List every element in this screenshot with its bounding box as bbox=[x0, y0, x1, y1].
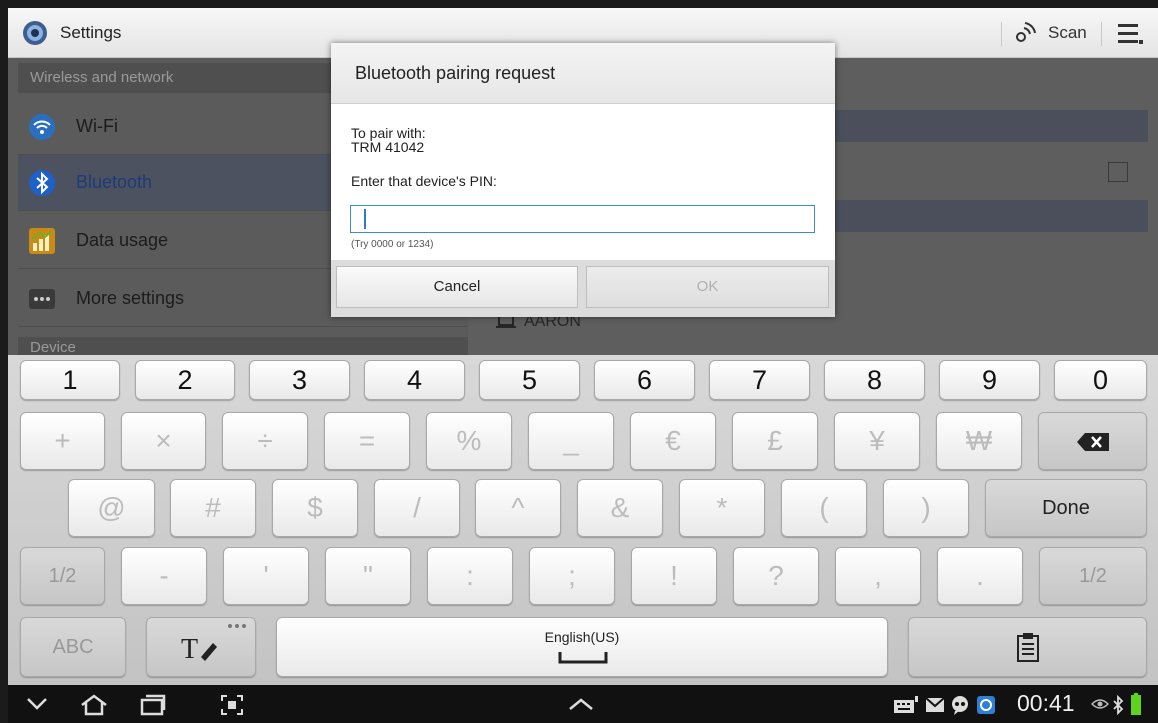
keyboard-notification-icon bbox=[894, 696, 918, 713]
key-ampersand[interactable]: & bbox=[577, 479, 663, 537]
pin-prompt: Enter that device's PIN: bbox=[351, 173, 497, 189]
smart-stay-eye-icon bbox=[1091, 699, 1109, 709]
page-toggle-right-key[interactable]: 1/2 bbox=[1039, 547, 1147, 605]
key-double-quote[interactable]: " bbox=[325, 547, 411, 605]
key-period[interactable]: . bbox=[937, 547, 1023, 605]
key-yen[interactable]: ¥ bbox=[834, 412, 920, 470]
home-icon[interactable] bbox=[79, 694, 109, 716]
recent-apps-icon[interactable] bbox=[140, 694, 166, 716]
wifi-icon bbox=[29, 114, 55, 140]
key-hash[interactable]: # bbox=[170, 479, 256, 537]
pin-hint: (Try 0000 or 1234) bbox=[351, 239, 434, 250]
space-key[interactable]: English(US) bbox=[276, 617, 888, 677]
key-euro[interactable]: € bbox=[630, 412, 716, 470]
svg-text:T: T bbox=[181, 634, 198, 663]
key-slash[interactable]: / bbox=[374, 479, 460, 537]
visibility-checkbox[interactable] bbox=[1108, 162, 1128, 182]
cancel-button[interactable]: Cancel bbox=[336, 266, 578, 308]
key-multiply[interactable]: × bbox=[121, 412, 206, 470]
data-usage-icon bbox=[29, 228, 55, 254]
key-caret[interactable]: ^ bbox=[475, 479, 561, 537]
done-key[interactable]: Done bbox=[985, 479, 1147, 537]
key-5[interactable]: 5 bbox=[479, 360, 580, 400]
email-icon bbox=[925, 697, 945, 712]
key-colon[interactable]: : bbox=[427, 547, 513, 605]
more-options-icon bbox=[228, 624, 246, 628]
hide-keyboard-icon[interactable] bbox=[26, 697, 48, 711]
on-screen-keyboard: 1 2 3 4 5 6 7 8 9 0 + × ÷ = % _ € £ ¥ ₩ … bbox=[8, 355, 1158, 685]
key-exclamation[interactable]: ! bbox=[631, 547, 717, 605]
status-clock: 00:41 bbox=[1017, 690, 1075, 716]
key-at[interactable]: @ bbox=[68, 479, 155, 537]
setting-label: More settings bbox=[76, 288, 185, 308]
more-icon bbox=[29, 289, 55, 309]
key-6[interactable]: 6 bbox=[594, 360, 695, 400]
clipboard-icon bbox=[1016, 633, 1039, 662]
key-0[interactable]: 0 bbox=[1054, 360, 1147, 400]
laptop-icon bbox=[496, 315, 516, 328]
handwriting-key[interactable]: T bbox=[146, 617, 256, 677]
key-apostrophe[interactable]: ' bbox=[223, 547, 309, 605]
chat-icon bbox=[952, 696, 968, 715]
scan-icon[interactable] bbox=[1012, 20, 1038, 46]
page-toggle-left-key[interactable]: 1/2 bbox=[20, 547, 105, 605]
key-pound[interactable]: £ bbox=[732, 412, 818, 470]
setting-label: Data usage bbox=[76, 230, 169, 250]
setting-label: Bluetooth bbox=[76, 172, 153, 192]
key-comma[interactable]: , bbox=[835, 547, 921, 605]
system-bar: 00:41 bbox=[8, 685, 1158, 723]
space-bar-icon bbox=[558, 652, 608, 664]
key-7[interactable]: 7 bbox=[709, 360, 810, 400]
key-dollar[interactable]: $ bbox=[272, 479, 358, 537]
battery-icon bbox=[1131, 693, 1141, 715]
pair-with-label: To pair with: bbox=[351, 125, 426, 141]
key-underscore[interactable]: _ bbox=[528, 412, 614, 470]
bluetooth-icon bbox=[29, 170, 55, 196]
key-question[interactable]: ? bbox=[733, 547, 819, 605]
pairing-dialog: Bluetooth pairing request To pair with: … bbox=[331, 43, 835, 317]
key-4[interactable]: 4 bbox=[364, 360, 465, 400]
divider bbox=[1001, 22, 1002, 46]
text-caret bbox=[364, 209, 366, 229]
setting-label: Wi-Fi bbox=[76, 116, 118, 136]
key-1[interactable]: 1 bbox=[20, 360, 120, 400]
key-3[interactable]: 3 bbox=[249, 360, 350, 400]
key-close-paren[interactable]: ) bbox=[883, 479, 969, 537]
key-semicolon[interactable]: ; bbox=[529, 547, 615, 605]
key-asterisk[interactable]: * bbox=[679, 479, 765, 537]
clipboard-key[interactable] bbox=[908, 617, 1147, 677]
key-8[interactable]: 8 bbox=[824, 360, 925, 400]
sync-app-icon bbox=[977, 696, 995, 714]
key-dash[interactable]: - bbox=[121, 547, 207, 605]
dialog-button-bar: Cancel OK bbox=[331, 260, 835, 317]
key-9[interactable]: 9 bbox=[939, 360, 1040, 400]
key-divide[interactable]: ÷ bbox=[222, 412, 308, 470]
key-percent[interactable]: % bbox=[426, 412, 512, 470]
mini-app-tray-icon[interactable] bbox=[568, 697, 594, 711]
key-plus[interactable]: + bbox=[20, 412, 105, 470]
backspace-key[interactable] bbox=[1038, 412, 1147, 470]
keyboard-language-label: English(US) bbox=[544, 629, 620, 645]
screenshot-icon[interactable] bbox=[220, 694, 244, 716]
key-won[interactable]: ₩ bbox=[936, 412, 1022, 470]
divider bbox=[1101, 22, 1102, 46]
bluetooth-status-icon bbox=[1113, 695, 1124, 715]
dialog-header: Bluetooth pairing request bbox=[331, 43, 835, 104]
backspace-icon bbox=[1076, 433, 1109, 451]
abc-key[interactable]: ABC bbox=[20, 617, 126, 677]
key-open-paren[interactable]: ( bbox=[781, 479, 867, 537]
dialog-title: Bluetooth pairing request bbox=[355, 63, 556, 83]
scan-button[interactable]: Scan bbox=[1048, 23, 1087, 43]
device-name: TRM 41042 bbox=[351, 139, 425, 155]
handwriting-icon: T bbox=[181, 634, 217, 665]
menu-icon[interactable] bbox=[1118, 22, 1144, 46]
key-2[interactable]: 2 bbox=[135, 360, 235, 400]
app-title: Settings bbox=[60, 23, 122, 42]
ok-button[interactable]: OK bbox=[586, 266, 829, 308]
pin-input[interactable] bbox=[350, 205, 815, 233]
settings-gear-icon[interactable] bbox=[22, 20, 48, 46]
key-equals[interactable]: = bbox=[324, 412, 410, 470]
section-header-device: Device bbox=[18, 337, 468, 355]
